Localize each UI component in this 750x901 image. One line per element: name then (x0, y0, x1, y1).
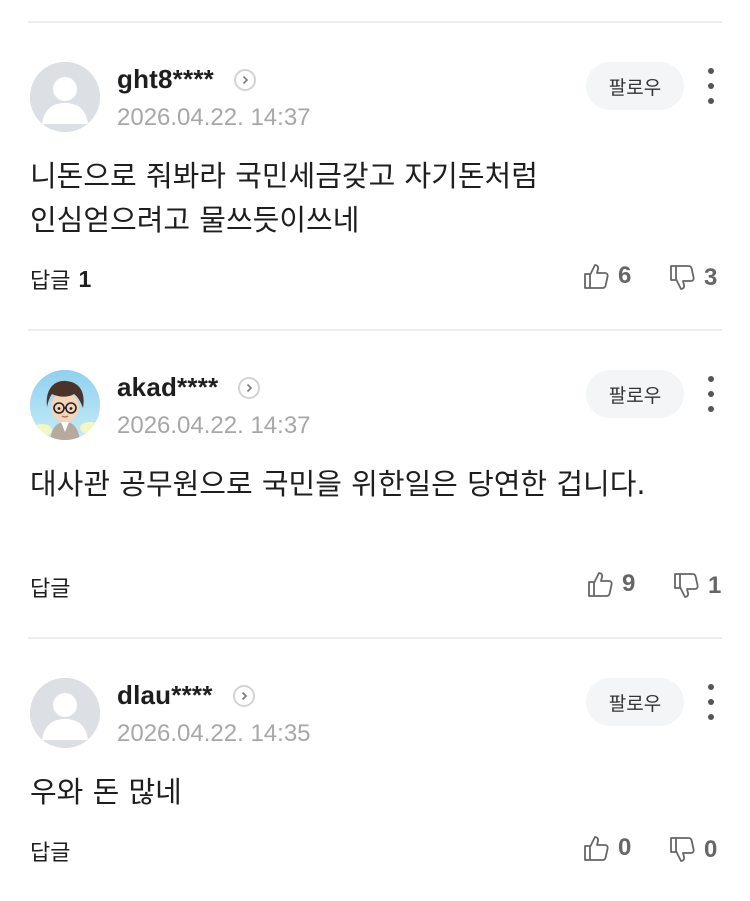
default-avatar-icon[interactable] (30, 62, 100, 132)
reply-label: 답글 (30, 841, 71, 866)
dislike-button[interactable]: 1 (672, 572, 721, 600)
chevron-right-icon[interactable] (238, 376, 261, 399)
default-avatar-icon[interactable] (30, 678, 100, 748)
more-options-icon[interactable] (698, 682, 724, 722)
thumbs-down-icon (670, 837, 695, 862)
username-link[interactable]: ght8**** (117, 64, 256, 95)
dislike-button[interactable]: 3 (668, 264, 717, 292)
thumbs-up-icon (588, 572, 613, 597)
like-button[interactable]: 0 (582, 834, 631, 862)
dislike-count: 3 (704, 264, 718, 291)
like-count: 9 (622, 570, 636, 597)
dislike-count: 1 (708, 572, 722, 599)
like-button[interactable]: 9 (586, 570, 635, 598)
reply-count: 1 (78, 265, 92, 292)
more-options-icon[interactable] (698, 374, 724, 414)
username-link[interactable]: dlau**** (117, 680, 255, 711)
like-count: 0 (618, 834, 632, 861)
divider (28, 637, 722, 639)
thumbs-up-icon (584, 836, 609, 861)
thumbs-down-icon (674, 573, 699, 598)
reply-label: 답글 (30, 577, 71, 602)
timestamp: 2026.04.22. 14:37 (117, 104, 311, 131)
comment-text: 우와 돈 많네 (30, 775, 182, 809)
reply-button[interactable]: 답글 (30, 571, 70, 603)
reply-button[interactable]: 답글 1 (30, 263, 91, 295)
username: ght8**** (117, 64, 214, 94)
chevron-right-icon[interactable] (232, 684, 255, 707)
follow-button[interactable]: 팔로우 (586, 62, 684, 110)
thumbs-down-icon (670, 265, 695, 290)
timestamp: 2026.04.22. 14:35 (117, 720, 311, 747)
timestamp: 2026.04.22. 14:37 (117, 412, 311, 439)
more-options-icon[interactable] (698, 66, 724, 106)
dislike-count: 0 (704, 836, 718, 863)
comment-text: 대사관 공무원으로 국민을 위한일은 당연한 겁니다. (30, 467, 646, 501)
comment-text: 니돈으로 줘봐라 국민세금갖고 자기돈처럼 인심얻으려고 물쓰듯이쓰네 (30, 159, 538, 237)
username-link[interactable]: akad**** (117, 372, 261, 403)
reply-button[interactable]: 답글 (30, 835, 70, 867)
dislike-button[interactable]: 0 (668, 836, 717, 864)
username: dlau**** (117, 680, 213, 710)
follow-button[interactable]: 팔로우 (586, 370, 684, 418)
like-button[interactable]: 6 (582, 262, 631, 290)
like-count: 6 (618, 262, 632, 289)
thumbs-up-icon (584, 264, 609, 289)
chevron-right-icon[interactable] (233, 68, 256, 91)
character-avatar-icon[interactable] (30, 370, 100, 440)
follow-button[interactable]: 팔로우 (586, 678, 684, 726)
divider-top (28, 21, 722, 23)
reply-label: 답글 (30, 269, 71, 294)
username: akad**** (117, 372, 219, 402)
divider (28, 329, 722, 331)
